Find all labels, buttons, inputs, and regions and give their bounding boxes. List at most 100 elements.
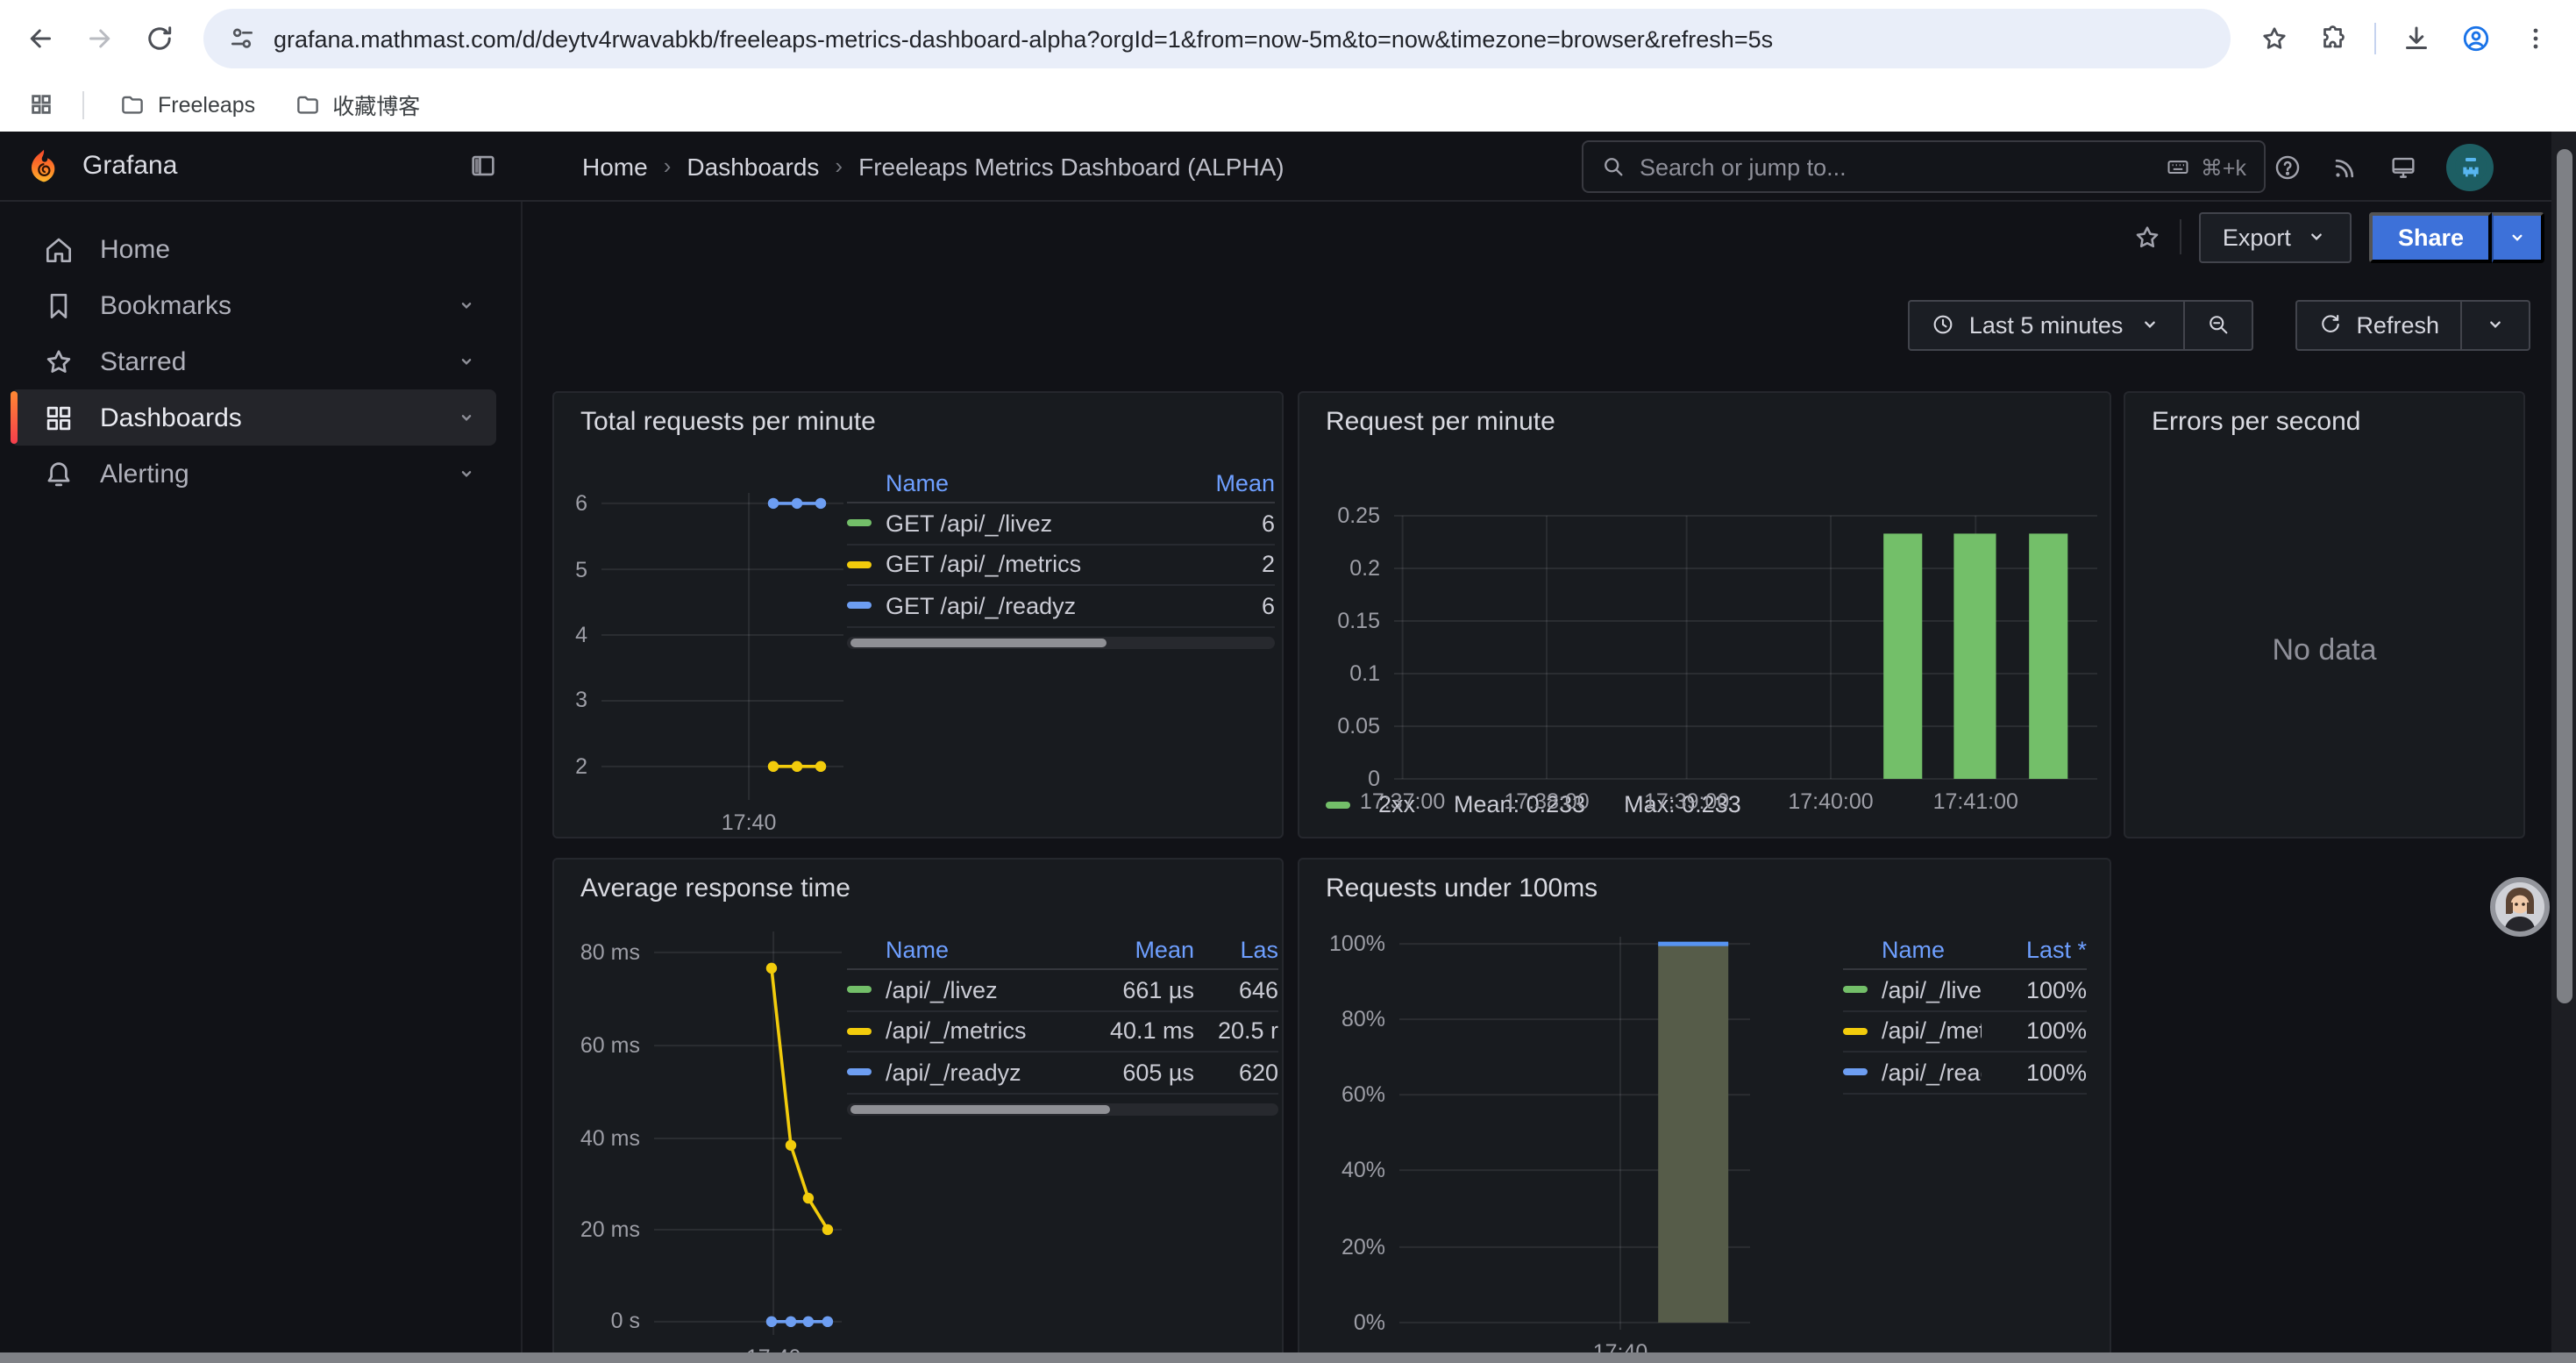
legend-row[interactable]: /api/_/metrics100% bbox=[1843, 1011, 2087, 1053]
series-color-dash bbox=[1843, 987, 1868, 994]
legend-row[interactable]: /api/_/livez100% bbox=[1843, 970, 2087, 1011]
legend-column-header[interactable]: Name bbox=[847, 936, 1071, 962]
bookmark-icon bbox=[42, 289, 75, 322]
panel-title[interactable]: Request per minute bbox=[1326, 407, 1555, 437]
dashboard-actions: Export Share bbox=[523, 202, 2576, 272]
legend-scrollbar[interactable] bbox=[847, 1103, 1278, 1115]
time-range-button[interactable]: Last 5 minutes bbox=[1908, 299, 2185, 350]
chart-plot[interactable] bbox=[654, 931, 842, 1335]
bookmark-folder-label: 收藏博客 bbox=[332, 88, 420, 121]
refresh-button[interactable]: Refresh bbox=[2295, 299, 2462, 350]
chevron-down-icon[interactable] bbox=[454, 293, 479, 318]
chevron-down-icon bbox=[2506, 225, 2529, 248]
extensions-icon[interactable] bbox=[2308, 12, 2360, 65]
bookmarks-bar: Freeleaps 收藏博客 bbox=[0, 77, 2576, 132]
legend-row[interactable]: /api/_/livez661 µs646 bbox=[847, 970, 1278, 1011]
site-settings-icon[interactable] bbox=[228, 25, 256, 53]
panel-title[interactable]: Average response time bbox=[580, 874, 850, 903]
panel-title[interactable]: Errors per second bbox=[2152, 407, 2360, 437]
legend-column-header[interactable]: Name bbox=[847, 469, 1177, 496]
legend-row[interactable]: GET /api/_/readyz6 bbox=[847, 586, 1275, 627]
chevron-down-icon[interactable] bbox=[454, 405, 479, 430]
toolbar-divider bbox=[2374, 23, 2376, 54]
folder-icon bbox=[294, 91, 320, 118]
zoom-out-button[interactable] bbox=[2184, 299, 2252, 350]
news-rss-icon[interactable] bbox=[2330, 152, 2360, 182]
legend-column-header[interactable]: Las bbox=[1194, 936, 1278, 962]
y-axis-labels: 80 ms60 ms40 ms20 ms0 s bbox=[552, 931, 640, 1335]
export-button[interactable]: Export bbox=[2200, 211, 2352, 262]
browser-menu-icon[interactable] bbox=[2509, 12, 2562, 65]
legend-scrollbar-thumb[interactable] bbox=[850, 638, 1107, 646]
zoom-out-icon bbox=[2205, 312, 2230, 337]
panel-total-requests: Total requests per minute 6543217:40Name… bbox=[552, 391, 1284, 838]
bookmark-folder-blogs[interactable]: 收藏博客 bbox=[278, 81, 436, 128]
legend-column-header[interactable]: Mean bbox=[1177, 469, 1275, 496]
grafana-header: Grafana Home Dashboards Freeleaps Metrics … bbox=[0, 132, 2576, 202]
chart-plot[interactable] bbox=[601, 493, 843, 800]
chart-plot[interactable] bbox=[1394, 516, 2097, 779]
sidebar-item-dashboards[interactable]: Dashboards bbox=[11, 389, 496, 446]
share-button[interactable]: Share bbox=[2370, 211, 2492, 262]
panel-title[interactable]: Total requests per minute bbox=[580, 407, 876, 437]
chevron-down-icon bbox=[2483, 312, 2508, 337]
panel-requests-under-100ms: Requests under 100ms 100%80%60%40%20%0%1… bbox=[1298, 858, 2111, 1363]
legend-scrollbar-thumb[interactable] bbox=[850, 1104, 1109, 1113]
mega-menu-toggle-icon[interactable] bbox=[468, 151, 498, 181]
page-scrollbar[interactable] bbox=[2551, 132, 2576, 1363]
sidebar-item-alerting[interactable]: Alerting bbox=[11, 446, 496, 502]
legend-scrollbar[interactable] bbox=[847, 636, 1275, 648]
legend-column-header[interactable]: Name bbox=[1843, 936, 1982, 962]
search-box[interactable]: ⌘+k bbox=[1582, 140, 2266, 193]
brand-area: Grafana bbox=[0, 146, 523, 185]
reload-icon[interactable] bbox=[133, 12, 186, 65]
bookmark-star-icon[interactable] bbox=[2248, 12, 2301, 65]
legend-row[interactable]: /api/_/readyz100% bbox=[1843, 1053, 2087, 1094]
sidebar-item-starred[interactable]: Starred bbox=[11, 333, 496, 389]
address-bar[interactable]: grafana.mathmast.com/d/deytv4rwavabkb/fr… bbox=[203, 9, 2231, 68]
y-axis-labels: 100%80%60%40%20%0% bbox=[1298, 937, 1385, 1330]
x-axis-labels: 17:40 bbox=[601, 810, 843, 838]
refresh-interval-button[interactable] bbox=[2462, 299, 2530, 350]
share-menu-button[interactable] bbox=[2492, 211, 2544, 262]
browser-chrome: grafana.mathmast.com/d/deytv4rwavabkb/fr… bbox=[0, 0, 2576, 132]
bookmark-folder-freeleaps[interactable]: Freeleaps bbox=[103, 84, 271, 125]
series-color-dash bbox=[847, 1069, 872, 1076]
breadcrumb-item[interactable]: Home bbox=[582, 152, 648, 180]
url-text[interactable]: grafana.mathmast.com/d/deytv4rwavabkb/fr… bbox=[274, 25, 2206, 52]
browser-profile-icon[interactable] bbox=[2450, 12, 2502, 65]
chevron-down-icon[interactable] bbox=[454, 349, 479, 374]
forward-icon[interactable] bbox=[74, 12, 126, 65]
series-color-dash bbox=[847, 561, 872, 568]
sidebar-item-bookmarks[interactable]: Bookmarks bbox=[11, 277, 496, 333]
series-color-dash bbox=[1326, 801, 1350, 808]
toolbar-right bbox=[2248, 12, 2562, 65]
legend-column-header[interactable]: Mean bbox=[1071, 936, 1194, 962]
apps-grid-icon[interactable] bbox=[18, 82, 63, 127]
kiosk-monitor-icon[interactable] bbox=[2388, 152, 2418, 182]
help-icon[interactable] bbox=[2273, 152, 2302, 182]
back-icon[interactable] bbox=[14, 12, 67, 65]
legend-column-header[interactable]: Last * bbox=[1982, 936, 2087, 962]
sidebar-item-home[interactable]: Home bbox=[11, 221, 496, 277]
legend-row[interactable]: GET /api/_/metrics2 bbox=[847, 545, 1275, 586]
star-dashboard-icon[interactable] bbox=[2133, 222, 2163, 252]
chart-plot[interactable] bbox=[1399, 937, 1750, 1330]
legend-row[interactable]: /api/_/metrics40.1 ms20.5 r bbox=[847, 1011, 1278, 1053]
legend-row[interactable]: GET /api/_/livez6 bbox=[847, 503, 1275, 545]
search-input[interactable] bbox=[1640, 153, 2152, 180]
bell-icon bbox=[42, 457, 75, 490]
breadcrumb-item[interactable]: Freeleaps Metrics Dashboard (ALPHA) bbox=[858, 152, 1284, 180]
chevron-down-icon bbox=[2305, 225, 2330, 249]
star-icon bbox=[42, 345, 75, 378]
legend-row[interactable]: /api/_/readyz605 µs620 bbox=[847, 1053, 1278, 1094]
series-color-dash bbox=[847, 987, 872, 994]
breadcrumb-item[interactable]: Dashboards bbox=[687, 152, 819, 180]
user-avatar[interactable] bbox=[2446, 143, 2494, 190]
chevron-down-icon[interactable] bbox=[454, 461, 479, 486]
clock-icon bbox=[1931, 312, 1955, 337]
download-icon[interactable] bbox=[2390, 12, 2443, 65]
scrollbar-thumb[interactable] bbox=[2556, 149, 2572, 1003]
panel-title[interactable]: Requests under 100ms bbox=[1326, 874, 1598, 903]
floating-assistant-avatar[interactable] bbox=[2490, 877, 2550, 937]
